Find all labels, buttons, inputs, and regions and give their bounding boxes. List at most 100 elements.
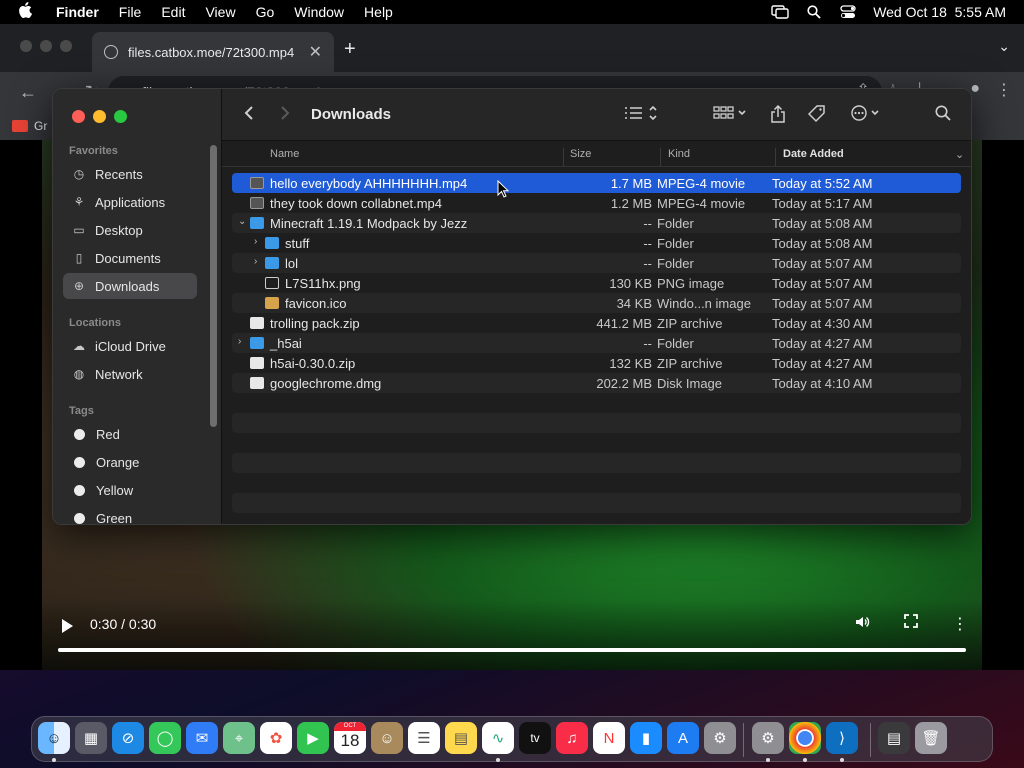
minimize-window-button[interactable] [93,110,106,123]
menu-help[interactable]: Help [364,4,393,20]
more-actions-icon[interactable] [850,105,886,126]
volume-icon[interactable] [854,614,870,635]
menu-go[interactable]: Go [256,4,275,20]
photos-icon[interactable]: ✿ [260,722,292,754]
freeform-icon[interactable]: ∿ [482,722,514,754]
table-row[interactable]: › lol -- Folder Today at 5:07 AM [232,253,961,273]
table-row[interactable]: they took down collabnet.mp4 1.2 MB MPEG… [232,193,961,213]
downloads-stack-icon[interactable]: ▤ [878,722,910,754]
sidebar-item-downloads[interactable]: ⊕ Downloads [63,273,197,299]
system-settings-running-icon[interactable]: ⚙ [752,722,784,754]
close-window-button[interactable] [72,110,85,123]
disclosure-closed-icon[interactable]: › [238,336,241,347]
sidebar-scrollbar[interactable] [210,145,217,427]
sidebar-item-recents[interactable]: ◷ Recents [63,161,197,187]
mail-icon[interactable]: ✉ [186,722,218,754]
news-icon[interactable]: N [593,722,625,754]
table-row[interactable]: › _h5ai -- Folder Today at 4:27 AM [232,333,961,353]
running-indicator [52,758,56,762]
screen-mirroring-icon[interactable] [771,5,789,19]
spotlight-search-icon[interactable] [805,5,823,19]
sidebar-item-network[interactable]: ◍ Network [63,361,197,387]
forward-chevron-icon[interactable] [280,105,290,126]
messages-icon[interactable]: ◯ [149,722,181,754]
chrome-icon[interactable] [789,722,821,754]
notes-icon[interactable]: ▤ [445,722,477,754]
sidebar-tag-red[interactable]: Red [63,421,197,447]
browser-tab[interactable]: files.catbox.moe/72t300.mp4 ✕ [92,32,334,72]
table-row[interactable]: googlechrome.dmg 202.2 MB Disk Image Tod… [232,373,961,393]
browser-window-controls[interactable] [20,40,72,52]
search-icon[interactable] [935,105,951,126]
sidebar-item-applications[interactable]: ⚘ Applications [63,189,197,215]
music-icon[interactable]: ♫ [556,722,588,754]
back-arrow-icon[interactable]: ← [12,82,44,103]
table-row[interactable]: hello everybody AHHHHHHH.mp4 1.7 MB MPEG… [232,173,961,193]
calendar-icon[interactable]: OCT 18 [334,722,366,754]
maps-icon[interactable]: ⌖ [223,722,255,754]
reminders-icon[interactable]: ☰ [408,722,440,754]
column-divider[interactable] [563,148,564,166]
group-view-icon[interactable] [713,105,749,126]
table-row[interactable]: ⌄ Minecraft 1.19.1 Modpack by Jezz -- Fo… [232,213,961,233]
apple-menu-icon[interactable] [18,2,34,22]
zoom-window-button[interactable] [114,110,127,123]
column-divider[interactable] [660,148,661,166]
sidebar-item-icloud-drive[interactable]: ☁ iCloud Drive [63,333,197,359]
chevron-down-icon[interactable]: ⌄ [998,38,1010,55]
disclosure-closed-icon[interactable]: › [254,236,257,247]
menu-view[interactable]: View [205,4,235,20]
video-more-icon[interactable]: ⋮ [952,614,968,634]
table-row[interactable]: › stuff -- Folder Today at 5:08 AM [232,233,961,253]
control-center-icon[interactable] [839,5,857,19]
sort-chevron-icon[interactable]: ⌄ [955,148,964,161]
fullscreen-icon[interactable] [904,614,918,633]
menu-file[interactable]: File [119,4,142,20]
sidebar-item-documents[interactable]: ▯ Documents [63,245,197,271]
contacts-icon[interactable]: ☺ [371,722,403,754]
list-view-icon[interactable] [624,105,660,126]
close-tab-icon[interactable]: ✕ [309,42,322,62]
menu-window[interactable]: Window [294,4,344,20]
column-name[interactable]: Name [270,148,299,160]
file-kind: Disk Image [657,376,723,391]
table-row[interactable]: favicon.ico 34 KB Windo...n image Today … [232,293,961,313]
file-size: 441.2 MB [596,316,652,331]
table-row[interactable]: h5ai-0.30.0.zip 132 KB ZIP archive Today… [232,353,961,373]
sidebar-tag-orange[interactable]: Orange [63,449,197,475]
menu-app-name[interactable]: Finder [56,4,99,20]
tag-icon[interactable] [807,105,826,128]
back-chevron-icon[interactable] [244,105,254,126]
keynote-icon[interactable]: ▮ [630,722,662,754]
app-store-icon[interactable]: A [667,722,699,754]
column-divider[interactable] [775,148,776,166]
menu-clock[interactable]: Wed Oct 18 5:55 AM [873,4,1006,20]
new-tab-icon[interactable]: + [344,38,356,61]
sidebar-tag-yellow[interactable]: Yellow [63,477,197,503]
table-row[interactable]: L7S11hx.png 130 KB PNG image Today at 5:… [232,273,961,293]
table-row[interactable]: trolling pack.zip 441.2 MB ZIP archive T… [232,313,961,333]
column-size[interactable]: Size [570,148,591,160]
bookmark-label[interactable]: Gr [34,119,47,133]
apple-tv-icon[interactable]: tv [519,722,551,754]
system-settings-icon[interactable]: ⚙ [704,722,736,754]
more-menu-icon[interactable]: ⋮ [996,80,1012,100]
vscode-icon[interactable]: ⟩ [826,722,858,754]
menu-edit[interactable]: Edit [161,4,185,20]
play-icon[interactable] [60,618,74,634]
finder-main: Downloads Name Size Kind Date Added ⌄ he… [222,89,971,524]
launchpad-icon[interactable]: ▦ [75,722,107,754]
disclosure-open-icon[interactable]: ⌄ [238,216,246,227]
safari-icon[interactable]: ⊘ [112,722,144,754]
sidebar-tag-green[interactable]: Green [63,505,197,524]
finder-icon[interactable]: ☺ [38,722,70,754]
gmail-icon[interactable] [12,120,28,132]
share-icon[interactable] [770,104,786,128]
facetime-icon[interactable]: ▶ [297,722,329,754]
column-date-added[interactable]: Date Added [783,148,844,160]
disclosure-closed-icon[interactable]: › [254,256,257,267]
sidebar-item-desktop[interactable]: ▭ Desktop [63,217,197,243]
video-progress-bar[interactable] [58,648,966,652]
trash-icon[interactable]: 🗑 [915,722,947,754]
column-kind[interactable]: Kind [668,148,690,160]
